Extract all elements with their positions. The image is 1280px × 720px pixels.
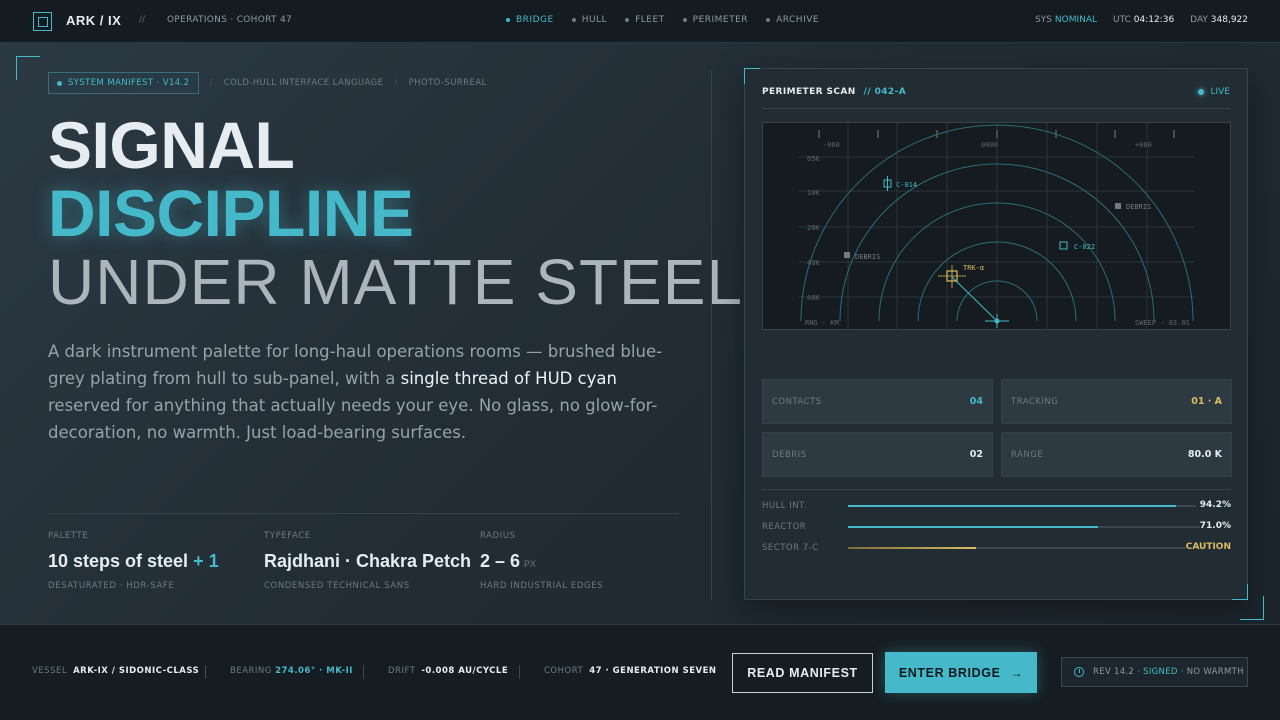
svg-text:C-022: C-022 xyxy=(1074,243,1095,251)
frame-corner-bottom-right xyxy=(1240,596,1264,620)
range-label: 80K xyxy=(807,294,820,302)
brand-subtitle: OPERATIONS · COHORT 47 xyxy=(167,15,293,25)
headline-line-2: DISCIPLINE xyxy=(48,176,414,250)
nav-dot-icon xyxy=(766,18,771,22)
live-dot-icon xyxy=(1198,89,1205,95)
brand-separator: // xyxy=(139,15,146,25)
column-divider xyxy=(711,70,712,600)
nav-dot-icon xyxy=(625,18,630,22)
headline-line-3: UNDER MATTE STEEL. xyxy=(48,246,762,318)
enter-bridge-button[interactable]: ENTER BRIDGE → xyxy=(885,652,1037,693)
radar-scope[interactable]: -060 0000 +060 05K 10K 20K 40K 80K RNG ·… xyxy=(762,122,1231,331)
vessel-readout: VESSEL ARK-IX / SIDONIC-CLASS xyxy=(32,666,200,676)
meter-fill xyxy=(848,526,1098,528)
nav-item-fleet[interactable]: FLEET xyxy=(625,15,665,25)
top-bar: ARK / IX // OPERATIONS · COHORT 47 BRIDG… xyxy=(0,0,1280,43)
spec-palette: PALETTE 10 steps of steel + 1 DESATURATE… xyxy=(48,531,219,591)
nav-dot-icon xyxy=(506,18,510,22)
stat-tracking: TRACKING 01 · A xyxy=(1001,379,1232,424)
hero-chips: SYSTEM MANIFEST · V14.2 / COLD-HULL INTE… xyxy=(48,72,487,94)
meter-fill xyxy=(848,547,977,549)
nav-item-hull[interactable]: HULL xyxy=(571,15,607,25)
debris-marker[interactable]: DEBRIS xyxy=(1115,203,1151,211)
contact-c022[interactable]: C-022 xyxy=(1059,241,1095,251)
bearing-label: -060 xyxy=(823,141,840,149)
nav-item-perimeter[interactable]: PERIMETER xyxy=(682,15,748,25)
sweep-label: SWEEP · 03.0S xyxy=(1135,319,1190,327)
svg-text:DEBRIS: DEBRIS xyxy=(1126,203,1151,211)
range-label: 10K xyxy=(807,189,820,197)
stat-range: RANGE 80.0 K xyxy=(1001,432,1232,477)
headline-line-1: SIGNAL xyxy=(48,108,295,182)
chip-interface-language: COLD-HULL INTERFACE LANGUAGE xyxy=(223,78,384,88)
read-manifest-button[interactable]: READ MANIFEST xyxy=(732,653,873,693)
nav-item-bridge[interactable]: BRIDGE xyxy=(506,15,554,25)
system-manifest-chip: SYSTEM MANIFEST · V14.2 xyxy=(48,72,199,94)
panel-corner-top-left xyxy=(744,68,760,84)
radar-svg: -060 0000 +060 05K 10K 20K 40K 80K RNG ·… xyxy=(799,123,1195,331)
stat-contacts: CONTACTS 04 xyxy=(762,379,993,424)
nav-dot-icon xyxy=(571,18,576,22)
main-nav: BRIDGE HULL FLEET PERIMETER ARCHIVE xyxy=(506,15,837,25)
range-label: 40K xyxy=(807,259,820,267)
drift-readout: DRIFT -0.008 AU/CYCLE xyxy=(388,666,509,676)
bearing-label: +060 xyxy=(1135,141,1152,149)
meter-fill xyxy=(848,505,1176,507)
cohort-readout: COHORT 47 · GENERATION SEVEN xyxy=(544,666,717,676)
chip-photo-surreal: PHOTO-SURREAL xyxy=(408,78,487,88)
nav-item-archive[interactable]: ARCHIVE xyxy=(766,15,819,25)
range-unit-label: RNG · KM xyxy=(805,319,839,327)
hero-description: A dark instrument palette for long-haul … xyxy=(48,342,663,442)
svg-text:DEBRIS: DEBRIS xyxy=(855,253,880,261)
brand-name: ARK / IX xyxy=(66,13,122,28)
origin-marker xyxy=(985,314,1009,328)
contact-c014[interactable]: C-014 xyxy=(883,176,917,191)
svg-text:C-014: C-014 xyxy=(896,181,917,189)
stat-debris: DEBRIS 02 xyxy=(762,432,993,477)
arrow-right-icon: → xyxy=(1010,665,1024,680)
perimeter-scan-panel: PERIMETER SCAN// 042-A LIVE -060 0000 +0… xyxy=(744,68,1248,600)
system-status: SYS NOMINAL UTC 04:12:36 DAY 348,922 xyxy=(1035,15,1248,25)
frame-corner-top-left xyxy=(16,56,40,80)
status-dot-icon xyxy=(57,80,62,86)
nav-dot-icon xyxy=(682,18,687,22)
meter-hull-integrity: HULL INT. 94.2% xyxy=(762,500,1231,511)
debris-marker[interactable]: DEBRIS xyxy=(844,252,880,261)
bearing-label: 0000 xyxy=(981,141,998,149)
spec-typeface: TYPEFACE Rajdhani · Chakra Petch CONDENS… xyxy=(264,531,472,591)
meter-reactor: REACTOR 71.0% xyxy=(762,521,1231,532)
range-label: 05K xyxy=(807,155,820,163)
meter-sector-7c: SECTOR 7-C CAUTION xyxy=(762,542,1231,553)
logo-icon xyxy=(33,12,52,31)
panel-title: PERIMETER SCAN// 042-A xyxy=(762,87,907,97)
clock-icon xyxy=(1074,667,1084,677)
utc-clock: UTC 04:12:36 xyxy=(1113,15,1175,25)
spec-radius: RADIUS 2 – 6 PX HARD INDUSTRIAL EDGES xyxy=(480,531,604,591)
day-counter: DAY 348,922 xyxy=(1190,15,1248,25)
revision-badge: REV 14.2 · SIGNED · NO WARMTH xyxy=(1061,657,1248,687)
sys-status: SYS NOMINAL xyxy=(1035,15,1098,25)
live-indicator: LIVE xyxy=(1198,87,1230,97)
range-label: 20K xyxy=(807,224,820,232)
specs-divider xyxy=(48,513,679,514)
svg-text:TRK-α: TRK-α xyxy=(963,264,984,272)
bearing-readout: BEARING 274.06° · MK-II xyxy=(230,666,353,676)
